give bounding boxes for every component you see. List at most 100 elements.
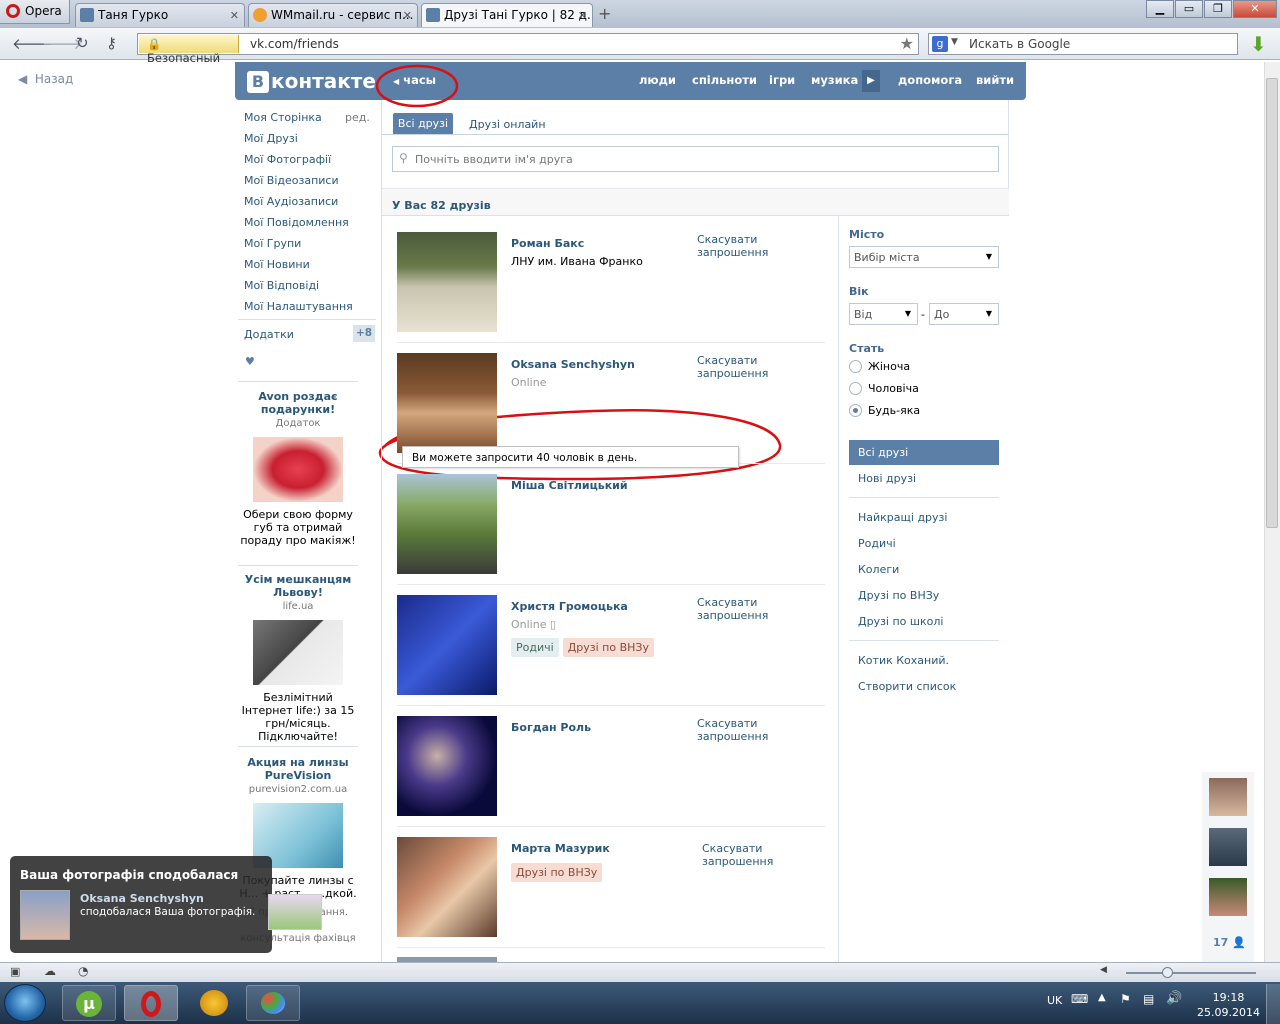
- menu-my-answers[interactable]: Мої Відповіді: [244, 279, 319, 292]
- friend-photo[interactable]: [397, 595, 497, 695]
- sex-male-radio[interactable]: Чоловіча: [849, 382, 919, 395]
- back-link[interactable]: ◀ Назад: [18, 72, 73, 86]
- menu-my-page[interactable]: Моя Сторінка: [244, 111, 322, 124]
- restore-icon[interactable]: ▭: [1175, 0, 1203, 18]
- cancel-request-link[interactable]: Скасувати запрошення: [702, 842, 777, 868]
- address-bar[interactable]: 🔒 Безопасный vk.com/friends ★: [137, 33, 919, 65]
- system-clock[interactable]: 19:18 25.09.2014: [1197, 990, 1260, 1020]
- opera-menu-button[interactable]: Opera: [0, 0, 70, 24]
- sex-any-radio[interactable]: Будь-яка: [849, 404, 920, 417]
- search-box[interactable]: g ▼ Искать в Google: [928, 33, 1238, 55]
- show-desktop-button[interactable]: [1266, 984, 1280, 1024]
- zoom-slider-thumb[interactable]: [1162, 967, 1173, 978]
- cancel-request-link[interactable]: Скасувати запрошення: [697, 596, 825, 622]
- chevron-down-icon[interactable]: ▼: [951, 37, 958, 47]
- friend-name[interactable]: Міша Світлицький: [511, 479, 628, 492]
- cancel-request-link[interactable]: Скасувати запрошення: [697, 717, 825, 743]
- tag-relatives[interactable]: Родичі: [511, 638, 559, 657]
- paint-taskbar-icon[interactable]: [246, 985, 300, 1021]
- apps-count-badge[interactable]: +8: [353, 325, 375, 342]
- ad-avon[interactable]: Avon роздає подарунки! Додаток Обери сво…: [238, 390, 358, 547]
- menu-my-news[interactable]: Мої Новини: [244, 258, 310, 271]
- cancel-request-link[interactable]: Скасувати запрошення: [697, 354, 825, 380]
- cancel-request-link[interactable]: Скасувати запрошення: [697, 233, 825, 259]
- tag-university[interactable]: Друзі по ВНЗу: [511, 863, 603, 882]
- list-university[interactable]: Друзі по ВНЗу: [858, 589, 939, 602]
- nav-music[interactable]: музика: [811, 73, 858, 87]
- close-tab-icon[interactable]: ✕: [578, 9, 587, 22]
- friend-name[interactable]: Oksana Senchyshyn: [511, 358, 635, 371]
- reload-icon[interactable]: ↻: [76, 34, 89, 52]
- sex-female-radio[interactable]: Жіноча: [849, 360, 910, 373]
- flag-icon[interactable]: ⚑: [1120, 992, 1131, 1006]
- keyboard-icon[interactable]: ⌨: [1071, 992, 1088, 1006]
- like-notification[interactable]: Ваша фотографія сподобалася Oksana Sench…: [10, 856, 322, 953]
- age-to-select[interactable]: До ▼: [929, 303, 999, 325]
- tab-friends-online[interactable]: Друзі онлайн: [469, 118, 546, 131]
- list-all-friends[interactable]: Всі друзі: [849, 440, 999, 465]
- online-friend-avatar[interactable]: [1209, 828, 1247, 866]
- language-indicator[interactable]: UK: [1047, 994, 1062, 1007]
- cloud-icon[interactable]: ☁: [44, 964, 56, 978]
- menu-my-messages[interactable]: Мої Повідомлення: [244, 216, 349, 229]
- nav-help[interactable]: допомога: [898, 73, 962, 87]
- panel-toggle-icon[interactable]: ▣: [10, 965, 20, 978]
- network-icon[interactable]: ▤: [1143, 992, 1154, 1006]
- music-play-icon[interactable]: ▶: [862, 70, 880, 92]
- bookmark-star-icon[interactable]: ★: [900, 34, 914, 53]
- tab-wmmail[interactable]: WMmail.ru - сервис п... ✕: [248, 3, 418, 27]
- download-icon[interactable]: ⬇: [1250, 32, 1270, 56]
- friend-photo[interactable]: [397, 474, 497, 574]
- tag-university[interactable]: Друзі по ВНЗу: [562, 638, 654, 657]
- tab-all-friends[interactable]: Всі друзі: [393, 113, 453, 135]
- menu-my-audio[interactable]: Мої Аудіозаписи: [244, 195, 338, 208]
- menu-my-photos[interactable]: Мої Фотографії: [244, 153, 331, 166]
- friend-name[interactable]: Роман Бакс: [511, 237, 584, 250]
- zoom-out-icon[interactable]: ◀: [1100, 965, 1107, 975]
- menu-my-groups[interactable]: Мої Групи: [244, 237, 301, 250]
- friend-name[interactable]: Богдан Роль: [511, 721, 591, 734]
- tab-tanya[interactable]: Таня Гурко ✕: [75, 3, 245, 27]
- volume-icon[interactable]: 🔊: [1166, 991, 1182, 1006]
- friend-name[interactable]: Марта Мазурик: [511, 842, 610, 855]
- friend-photo[interactable]: [397, 837, 497, 937]
- minimize-icon[interactable]: ▁: [1146, 0, 1174, 18]
- friend-photo[interactable]: [397, 716, 497, 816]
- age-from-select[interactable]: Від ▼: [849, 303, 918, 325]
- online-friend-avatar[interactable]: [1209, 878, 1247, 916]
- friend-photo[interactable]: [397, 353, 497, 453]
- ad-life[interactable]: Усім мешканцям Львову! life.ua Безлімітн…: [238, 573, 358, 743]
- nav-games[interactable]: ігри: [769, 73, 795, 87]
- tab-friends[interactable]: Друзі Тані Гурко | 82 д... ✕: [421, 3, 593, 27]
- city-select[interactable]: Вибір міста ▼: [849, 246, 999, 268]
- nav-people[interactable]: люди: [639, 73, 676, 87]
- security-badge[interactable]: 🔒 Безопасный: [139, 35, 239, 65]
- nav-logout[interactable]: вийти: [976, 73, 1014, 87]
- tray-expand-icon[interactable]: ▲: [1098, 992, 1106, 1003]
- vk-logo[interactable]: Вконтакте: [247, 69, 376, 93]
- online-friend-avatar[interactable]: [1209, 778, 1247, 816]
- new-tab-icon[interactable]: +: [598, 4, 611, 23]
- notification-name[interactable]: Oksana Senchyshyn: [80, 892, 204, 905]
- scrollbar-thumb[interactable]: [1266, 78, 1278, 528]
- list-relatives[interactable]: Родичі: [858, 537, 896, 550]
- speed-dial-icon[interactable]: ◔: [78, 964, 88, 978]
- menu-my-settings[interactable]: Мої Налаштування: [244, 300, 353, 313]
- online-count[interactable]: 17 👤: [1213, 936, 1246, 949]
- list-best-friends[interactable]: Найкращі друзі: [858, 511, 947, 524]
- opera-taskbar-icon[interactable]: [124, 985, 178, 1021]
- close-window-icon[interactable]: ✕: [1233, 0, 1277, 18]
- maximize-icon[interactable]: ❐: [1204, 0, 1232, 18]
- aimp-taskbar-icon[interactable]: [200, 990, 228, 1016]
- list-school[interactable]: Друзі по школі: [858, 615, 943, 628]
- key-icon[interactable]: ⚷: [106, 34, 117, 52]
- create-list-link[interactable]: Створити список: [858, 680, 956, 693]
- menu-apps[interactable]: Додатки: [244, 328, 294, 341]
- close-tab-icon[interactable]: ✕: [403, 9, 412, 22]
- friend-search-input[interactable]: ⚲ Почніть вводити ім'я друга: [392, 146, 999, 172]
- friend-photo[interactable]: [397, 232, 497, 332]
- list-colleagues[interactable]: Колеги: [858, 563, 899, 576]
- friend-name[interactable]: Христя Громоцька: [511, 600, 628, 613]
- menu-my-videos[interactable]: Мої Відеозаписи: [244, 174, 339, 187]
- list-new-friends[interactable]: Нові друзі: [858, 472, 916, 485]
